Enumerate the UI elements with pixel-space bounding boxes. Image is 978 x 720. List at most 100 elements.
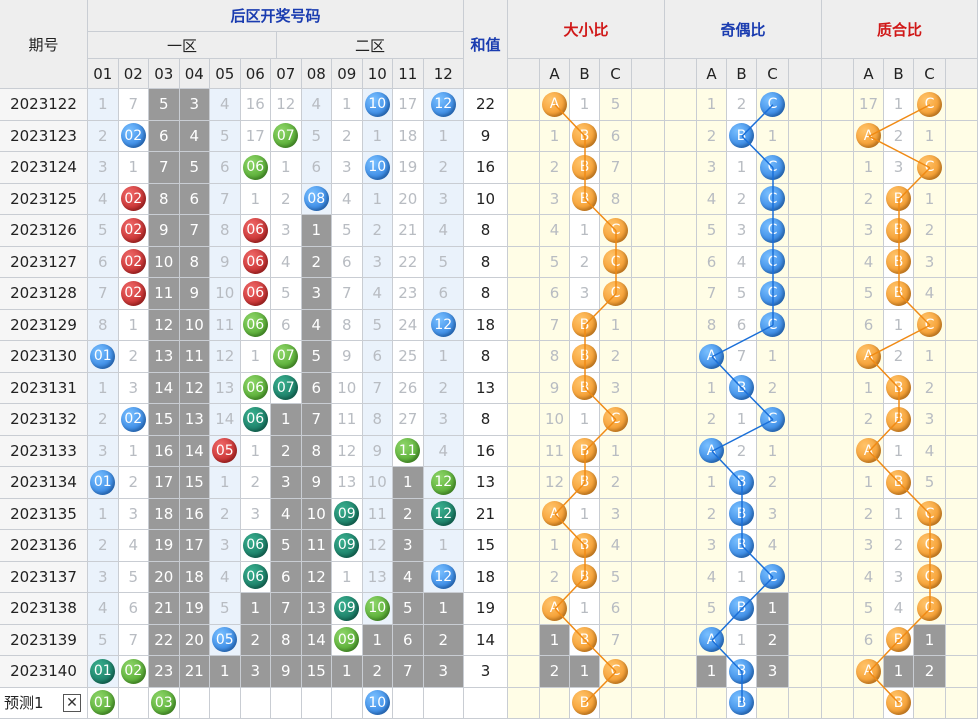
num-cell: 11 xyxy=(362,498,393,530)
pr-cell: 4 xyxy=(884,593,914,625)
num-cell: 1 xyxy=(210,656,241,688)
ratio-pad xyxy=(632,120,665,152)
pr-header-pad2 xyxy=(946,59,978,89)
number-ball: 07 xyxy=(273,343,299,369)
num-cell: 4 xyxy=(118,530,149,562)
num-cell: 6 xyxy=(88,246,119,278)
num-cell: 12 xyxy=(423,89,464,121)
num-cell xyxy=(423,687,464,719)
pr-cell: B xyxy=(884,404,914,436)
ratio-pad xyxy=(822,278,854,310)
size-cell: B xyxy=(570,341,600,373)
size-cell: 7 xyxy=(540,309,570,341)
oe-header-1: B xyxy=(727,59,757,89)
num-cell: 6 xyxy=(393,624,424,656)
number-ball: B xyxy=(729,123,754,149)
number-ball: C xyxy=(603,406,628,432)
sum-value: 21 xyxy=(464,498,508,530)
number-ball: B xyxy=(886,406,911,432)
num-cell: 19 xyxy=(149,530,180,562)
num-cell: 7 xyxy=(88,278,119,310)
number-ball: C xyxy=(917,312,942,338)
num-cell: 3 xyxy=(393,530,424,562)
num-cell: 7 xyxy=(332,278,363,310)
num-cell: 09 xyxy=(332,498,363,530)
num-cell: 06 xyxy=(240,404,271,436)
oe-cell: 3 xyxy=(757,498,789,530)
ratio-pad xyxy=(665,498,697,530)
size-cell: B xyxy=(570,309,600,341)
num-cell: 9 xyxy=(179,278,210,310)
size-cell: 6 xyxy=(600,120,632,152)
number-ball: 06 xyxy=(242,564,268,590)
ratio-pad xyxy=(508,89,540,121)
number-ball: A xyxy=(856,343,881,369)
pr-cell: 2 xyxy=(884,341,914,373)
oe-cell: A xyxy=(697,341,727,373)
number-ball: 12 xyxy=(430,91,456,117)
number-ball: C xyxy=(760,406,785,432)
num-cell: 05 xyxy=(210,435,241,467)
ratio-pad xyxy=(665,593,697,625)
num-cell: 16 xyxy=(149,435,180,467)
size-header-pad xyxy=(508,59,540,89)
num-cell: 4 xyxy=(179,120,210,152)
size-cell: 3 xyxy=(570,278,600,310)
ratio-pad xyxy=(789,561,822,593)
pr-cell: 3 xyxy=(854,215,884,247)
oe-cell: 1 xyxy=(697,656,727,688)
number-ball: A xyxy=(856,438,881,464)
num-cell xyxy=(118,687,149,719)
pr-cell: 1 xyxy=(884,498,914,530)
num-cell: 19 xyxy=(179,593,210,625)
num-cell: 2 xyxy=(393,498,424,530)
pr-cell: 3 xyxy=(884,152,914,184)
num-cell: 11 xyxy=(301,530,332,562)
ratio-pad xyxy=(822,656,854,688)
number-ball: C xyxy=(603,658,628,684)
oe-cell: B xyxy=(727,656,757,688)
ratio-pad xyxy=(665,435,697,467)
ratio-pad xyxy=(946,624,978,656)
number-ball: A xyxy=(856,658,881,684)
pr-cell: 2 xyxy=(884,530,914,562)
oe-cell: 1 xyxy=(757,341,789,373)
num-cell: 3 xyxy=(240,656,271,688)
pr-cell: 5 xyxy=(854,593,884,625)
ratio-pad xyxy=(789,372,822,404)
num-cell: 4 xyxy=(271,246,302,278)
size-cell: 1 xyxy=(570,656,600,688)
size-cell: B xyxy=(570,372,600,404)
close-icon[interactable]: ✕ xyxy=(63,693,81,712)
number-ball: B xyxy=(729,595,754,621)
num-cell: 2 xyxy=(271,435,302,467)
ratio-pad xyxy=(508,530,540,562)
number-ball: B xyxy=(729,469,754,495)
num-cell: 10 xyxy=(362,152,393,184)
num-cell: 4 xyxy=(423,215,464,247)
num-cell: 6 xyxy=(423,278,464,310)
num-cell: 13 xyxy=(149,341,180,373)
issue-number: 2023130 xyxy=(0,341,88,373)
num-cell: 8 xyxy=(332,309,363,341)
ratio-pad xyxy=(632,341,665,373)
issue-number: 2023138 xyxy=(0,593,88,625)
oe-cell: B xyxy=(727,372,757,404)
size-cell: 2 xyxy=(540,561,570,593)
ratio-pad xyxy=(508,152,540,184)
number-ball: C xyxy=(760,312,785,338)
pr-cell: 1 xyxy=(854,152,884,184)
num-cell: 1 xyxy=(88,498,119,530)
num-cell: 2 xyxy=(88,404,119,436)
num-cell xyxy=(271,687,302,719)
oe-cell: 4 xyxy=(697,183,727,215)
size-cell: 2 xyxy=(600,341,632,373)
ratio-pad xyxy=(632,498,665,530)
num-cell: 7 xyxy=(393,656,424,688)
num-cell: 3 xyxy=(88,152,119,184)
pr-cell: 4 xyxy=(914,278,946,310)
num-header-11: 11 xyxy=(393,59,424,89)
num-cell: 1 xyxy=(118,309,149,341)
number-ball: C xyxy=(917,91,942,117)
num-cell: 2 xyxy=(240,467,271,499)
